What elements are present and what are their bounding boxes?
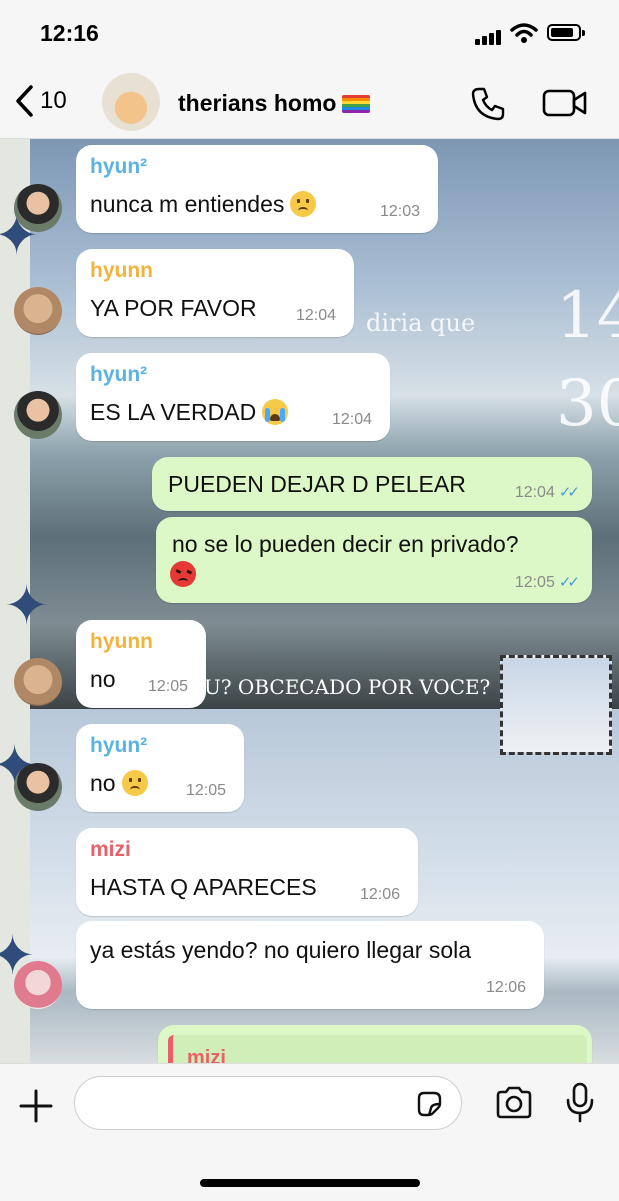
message-bubble[interactable]: ya estás yendo? no quiero llegar sola 12… [76,921,544,1009]
rainbow-flag-icon [342,95,371,113]
group-avatar[interactable] [102,73,160,131]
sad-face-emoji-icon [290,191,317,217]
message-text-row: ES LA VERDAD [90,399,289,426]
status-time: 12:16 [40,20,99,46]
avatar-hyunn[interactable] [14,287,62,335]
sad-face-emoji-icon [121,770,148,796]
avatar-mizi[interactable] [14,961,62,1009]
microphone-button[interactable] [565,1082,595,1124]
message-input[interactable] [91,1077,415,1129]
message-time: 12:04 [295,307,336,324]
double-check-icon: ✓✓ [558,574,580,591]
avatar-hyun2[interactable] [14,184,62,232]
cellular-signal-icon [475,27,503,45]
message-time: 12:05 [185,782,226,799]
avatar-hyunn[interactable] [14,658,62,706]
wifi-icon [510,23,538,43]
message-sender: hyun² [90,155,148,178]
message-input-bar [0,1063,619,1201]
video-call-button[interactable] [542,88,588,118]
message-text: ya estás yendo? no quiero llegar sola [90,937,472,963]
wallpaper-number-top: 14 [556,279,619,353]
message-time: 12:05 [147,678,188,695]
back-button[interactable]: 10 [14,84,67,118]
message-time: 12:05 [514,574,555,591]
message-text: no [90,770,116,796]
message-text-row: nunca m entiendes [90,191,317,218]
wallpaper-sticker-photo [500,655,612,755]
message-time: 12:04 [514,484,555,501]
attach-plus-button[interactable] [18,1088,54,1132]
wallpaper-number-bottom: 30 [556,367,619,441]
message-text: ES LA VERDAD [90,399,257,425]
unread-count: 10 [40,87,67,114]
message-time: 12:03 [379,203,420,220]
message-field[interactable] [74,1076,462,1130]
message-meta: 12:05 ✓✓ [514,573,580,592]
message-time: 12:04 [331,411,372,428]
camera-button[interactable] [494,1086,534,1120]
message-bubble[interactable]: hyun² no 12:05 [76,724,244,812]
message-time: 12:06 [485,979,526,996]
message-bubble-outgoing[interactable]: mizi [158,1025,592,1063]
home-indicator[interactable] [200,1179,420,1187]
battery-icon [547,24,585,41]
wallpaper-text-line: diria que [366,309,476,337]
message-bubble[interactable]: hyun² ES LA VERDAD 12:04 [76,353,390,441]
avatar-hyun2[interactable] [14,391,62,439]
quoted-sender: mizi [187,1047,226,1063]
message-time: 12:06 [359,886,400,903]
voice-call-button[interactable] [470,86,506,122]
message-sender: hyun² [90,363,148,386]
message-bubble[interactable]: hyunn no 12:05 [76,620,206,708]
chat-area[interactable]: diria que 14 30 U? OBCECADO POR VOCE? ✦ … [0,139,619,1063]
message-bubble[interactable]: hyun² nunca m entiendes 12:03 [76,145,438,233]
angry-face-emoji-icon [170,561,196,587]
quoted-message[interactable]: mizi [168,1035,587,1063]
crying-face-emoji-icon [262,399,289,425]
message-text: no se lo pueden decir en privado? [172,531,519,557]
chevron-left-icon [16,85,33,117]
message-text: PUEDEN DEJAR D PELEAR [168,471,466,497]
group-name-text: therians homo [178,90,337,116]
chat-header: 10 therians homo [0,70,619,139]
message-emoji-row [170,561,196,587]
message-sender: hyun² [90,734,148,757]
message-bubble[interactable]: hyunn YA POR FAVOR 12:04 [76,249,354,337]
message-text: HASTA Q APARECES [90,874,317,900]
message-meta: 12:04 ✓✓ [514,483,580,502]
star-decoration-icon: ✦ [4,576,50,636]
message-sender: hyunn [90,259,153,282]
message-text: YA POR FAVOR [90,295,257,321]
message-bubble-outgoing[interactable]: no se lo pueden decir en privado? 12:05 ✓… [156,517,592,603]
message-bubble-outgoing[interactable]: PUEDEN DEJAR D PELEAR 12:04 ✓✓ [152,457,592,511]
group-name[interactable]: therians homo [178,90,371,117]
message-text-row: no [90,770,148,797]
message-text: nunca m entiendes [90,191,285,217]
status-bar: 12:16 [0,0,619,70]
message-sender: mizi [90,838,131,861]
message-bubble[interactable]: mizi HASTA Q APARECES 12:06 [76,828,418,916]
avatar-hyun2[interactable] [14,763,62,811]
double-check-icon: ✓✓ [558,484,580,501]
wallpaper-caption: U? OBCECADO POR VOCE? [204,675,491,699]
message-text: no [90,666,116,692]
message-sender: hyunn [90,630,153,653]
sticker-icon[interactable] [415,1090,443,1118]
plus-icon [19,1089,53,1123]
